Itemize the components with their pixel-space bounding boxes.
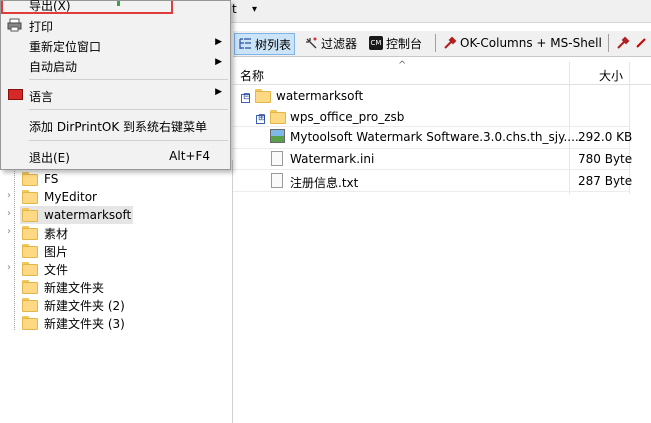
menu-item-reposition[interactable]: 重新定位窗口 ▶	[1, 35, 230, 55]
extra-tool-button-2[interactable]	[631, 33, 651, 53]
list-item-size: 780 Byte	[578, 152, 633, 166]
menu-item-language[interactable]: 语言 ▶	[1, 85, 230, 105]
folder-icon	[22, 298, 38, 312]
settings-file-icon	[271, 151, 283, 166]
printer-icon	[7, 18, 22, 35]
list-row-mytoolsoft[interactable]: Mytoolsoft Watermark Software.3.0.chs.th…	[233, 127, 651, 147]
toolbar-separator	[608, 34, 609, 52]
ok-columns-label: OK-Columns + MS-Shell	[460, 36, 602, 50]
tree-line	[14, 160, 15, 330]
cursor-marker	[117, 1, 120, 6]
menu-item-exit[interactable]: 退出(E) Alt+F4	[1, 146, 230, 166]
ok-columns-icon	[443, 36, 457, 50]
list-item-size: 287 Byte	[578, 174, 633, 188]
sort-arrow-icon: ^	[398, 60, 407, 71]
folder-icon	[270, 110, 286, 124]
list-item-name: 注册信息.txt	[290, 176, 359, 190]
list-row-watermark-ini[interactable]: Watermark.ini 780 Byte	[233, 149, 651, 169]
filter-button[interactable]: 过滤器	[301, 33, 360, 53]
toolbar-separator	[435, 34, 436, 52]
menu-separator	[29, 140, 228, 141]
menu-item-autostart[interactable]: 自动启动 ▶	[1, 55, 230, 75]
language-flag-icon	[8, 89, 23, 100]
column-header-size[interactable]: 大小	[599, 67, 623, 84]
tree-item-selected[interactable]: watermarksoft	[20, 206, 134, 224]
tree-item[interactable]: 图片	[22, 242, 68, 260]
submenu-arrow-icon: ▶	[215, 57, 222, 67]
column-header: 名称 ^ 大小	[233, 60, 651, 85]
submenu-arrow-icon: ▶	[215, 87, 222, 97]
list-row-watermarksoft[interactable]: ⊟ watermarksoft	[233, 86, 651, 106]
ok-columns-button[interactable]: OK-Columns + MS-Shell	[440, 33, 605, 53]
tree-item[interactable]: 文件	[22, 260, 68, 278]
tree-item-label: FS	[44, 172, 59, 186]
expand-arrow-icon[interactable]: ›	[7, 208, 11, 219]
collapse-icon[interactable]: ⊟	[241, 92, 251, 103]
list-item-name: Watermark.ini	[290, 152, 375, 166]
folder-icon	[22, 280, 38, 294]
tree-item[interactable]: FS	[22, 170, 58, 188]
folder-tree-pane: FS › MyEditor › watermarksoft › 素材 图片 › …	[0, 160, 233, 423]
menu-bar-partial-label[interactable]: t	[232, 2, 237, 16]
tree-item[interactable]: 素材	[22, 224, 68, 242]
tree-item-label: 文件	[44, 262, 69, 277]
highlight-box	[1, 1, 173, 14]
list-item-name: watermarksoft	[276, 89, 364, 103]
tree-item-label: 新建文件夹	[44, 280, 105, 295]
red-tool-icon	[634, 36, 648, 50]
expand-arrow-icon[interactable]: ›	[7, 226, 11, 237]
row-divider	[233, 169, 629, 170]
console-button[interactable]: CM 控制台	[366, 33, 425, 53]
list-row-wps-office[interactable]: ⊞ wps_office_pro_zsb	[233, 107, 651, 127]
folder-icon	[22, 316, 38, 330]
list-item-name: Mytoolsoft Watermark Software.3.0.chs.th…	[290, 130, 579, 144]
menu-bar-dropdown-arrow[interactable]: ▾	[252, 4, 257, 15]
expand-icon[interactable]: ⊞	[256, 113, 266, 124]
text-file-icon	[271, 173, 283, 188]
console-icon: CM	[369, 36, 383, 50]
image-file-icon	[270, 129, 285, 143]
exit-shortcut: Alt+F4	[169, 149, 210, 163]
folder-icon	[22, 208, 38, 222]
list-item-size: 292.0 KB	[578, 130, 633, 144]
filter-icon	[304, 36, 318, 50]
expand-arrow-icon[interactable]: ›	[7, 190, 11, 201]
folder-icon	[22, 190, 38, 204]
tree-item[interactable]: MyEditor	[22, 188, 97, 206]
file-menu-dropdown: 导出(X) 打印 重新定位窗口 ▶ 自动启动 ▶ 语言 ▶ 添加 DirPrin…	[0, 0, 231, 170]
folder-icon	[22, 226, 38, 240]
tree-view-button[interactable]: 树列表	[234, 33, 296, 55]
folder-icon	[255, 89, 271, 103]
console-label: 控制台	[386, 36, 423, 51]
submenu-arrow-icon: ▶	[215, 37, 222, 47]
extra-tool-button[interactable]	[613, 33, 633, 53]
row-divider	[233, 191, 629, 192]
expand-arrow-icon[interactable]: ›	[7, 262, 11, 273]
tree-item-label: MyEditor	[44, 190, 97, 204]
tree-item[interactable]: 新建文件夹 (2)	[22, 296, 125, 314]
menu-separator	[29, 109, 228, 110]
menu-separator	[29, 79, 228, 80]
tree-item-label: 新建文件夹 (2)	[44, 298, 125, 313]
tree-item[interactable]: 新建文件夹	[22, 278, 104, 296]
folder-icon	[22, 262, 38, 276]
list-item-name: wps_office_pro_zsb	[290, 110, 405, 124]
tree-item[interactable]: 新建文件夹 (3)	[22, 314, 125, 332]
ok-columns-icon	[616, 36, 630, 50]
folder-icon	[22, 244, 38, 258]
tree-view-label: 树列表	[255, 37, 292, 52]
column-header-name[interactable]: 名称	[240, 67, 264, 84]
menu-item-print[interactable]: 打印	[1, 15, 230, 35]
tree-item-label: watermarksoft	[44, 208, 132, 222]
tree-item-label: 素材	[44, 226, 69, 241]
folder-icon	[22, 172, 38, 186]
list-row-txt[interactable]: 注册信息.txt 287 Byte	[233, 171, 651, 191]
menu-item-add-context-menu[interactable]: 添加 DirPrintOK 到系统右键菜单	[1, 115, 230, 135]
toolbar: 树列表 过滤器 CM 控制台 OK-Columns + MS-Shell	[233, 31, 651, 57]
tree-list-icon	[238, 37, 252, 51]
tree-item-label: 新建文件夹 (3)	[44, 316, 125, 331]
filter-label: 过滤器	[321, 36, 358, 51]
tree-item-label: 图片	[44, 244, 69, 259]
